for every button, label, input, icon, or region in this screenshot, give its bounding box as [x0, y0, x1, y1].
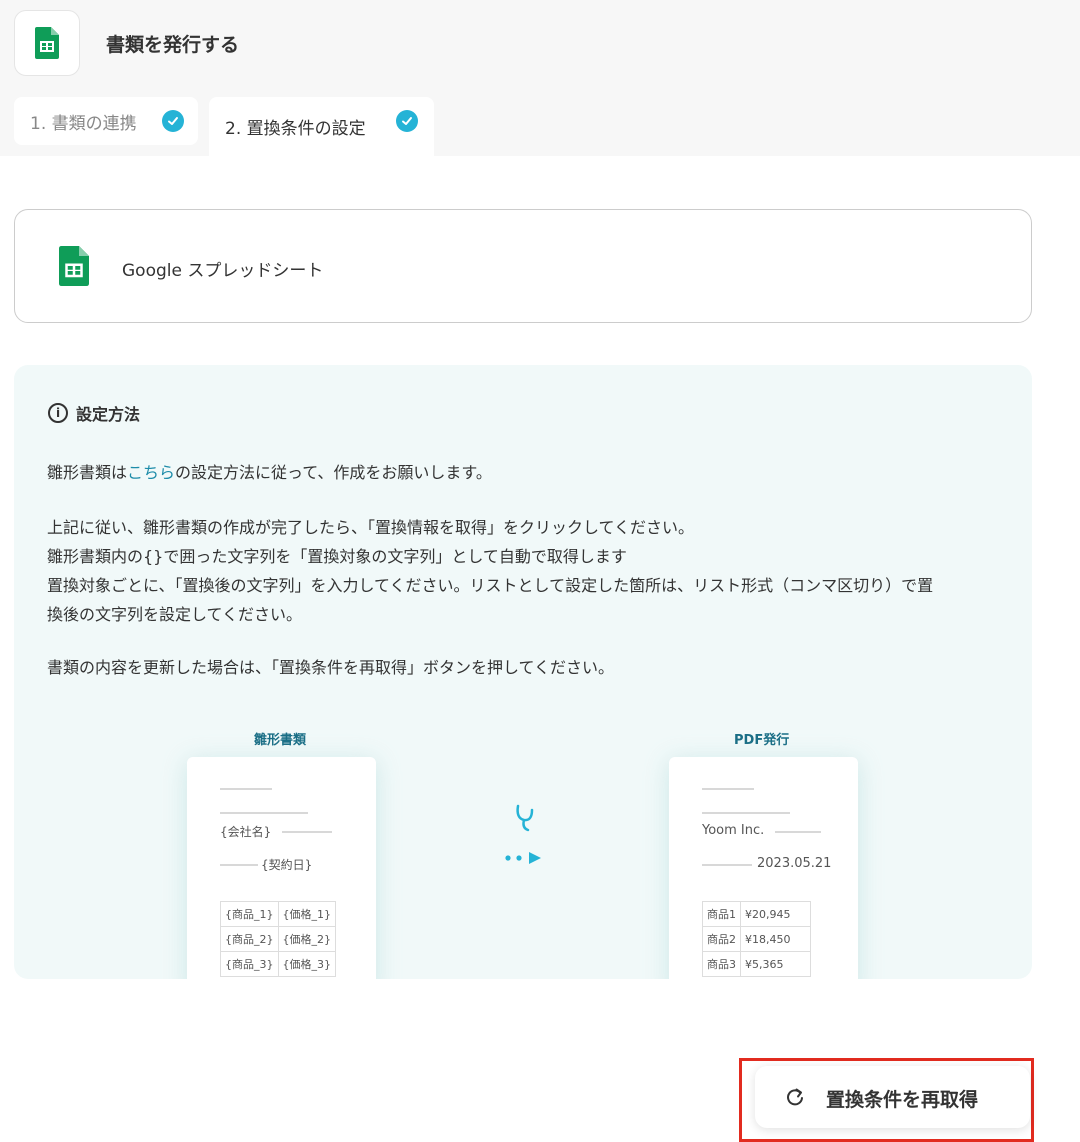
connected-app-card: Google スプレッドシート	[14, 209, 1032, 323]
template-items-table: {商品_1} {価格_1} {商品_2} {価格_2} {商品_3} {価格_3}	[220, 901, 336, 977]
paragraph-line: 換後の文字列を設定してください。	[47, 605, 303, 624]
check-icon	[162, 110, 184, 132]
app-name: Google スプレッドシート	[122, 261, 324, 281]
paragraph-line: 雛形書類内の{}で囲った文字列を「置換対象の文字列」として自動で取得します	[47, 547, 627, 566]
paragraph-text: 雛形書類は	[47, 463, 128, 482]
table-cell: 商品3	[702, 951, 741, 977]
table-row: {商品_2} {価格_2}	[220, 926, 336, 952]
template-doc-label: 雛形書類	[254, 733, 307, 748]
yoom-logo-icon	[505, 804, 541, 864]
table-cell: ¥20,945	[740, 901, 811, 927]
page-title: 書類を発行する	[106, 34, 240, 56]
pdf-items-table: 商品1 ¥20,945 商品2 ¥18,450 商品3 ¥5,365	[702, 901, 811, 977]
tab-label: 2. 置換条件の設定	[225, 119, 366, 139]
info-icon: i	[48, 403, 68, 423]
table-cell: {商品_3}	[220, 951, 279, 977]
table-cell: 商品1	[702, 901, 741, 927]
table-row: {商品_1} {価格_1}	[220, 901, 336, 927]
paragraph-line: 上記に従い、雛形書類の作成が完了したら、「置換情報を取得」をクリックしてください…	[47, 518, 695, 537]
table-cell: {商品_2}	[220, 926, 279, 952]
instructions-heading-text: 設定方法	[76, 405, 141, 424]
table-cell: ¥18,450	[740, 926, 811, 952]
table-row: 商品2 ¥18,450	[702, 926, 811, 952]
setup-guide-link[interactable]: こちら	[127, 463, 175, 482]
instructions-paragraph-2: 上記に従い、雛形書類の作成が完了したら、「置換情報を取得」をクリックしてください…	[47, 513, 1007, 629]
table-row: 商品1 ¥20,945	[702, 901, 811, 927]
refetch-button-label: 置換条件を再取得	[826, 1089, 979, 1111]
pdf-document: Yoom Inc. 2023.05.21 商品1 ¥20,945 商品2 ¥18,4…	[669, 757, 858, 979]
table-cell: {価格_2}	[277, 926, 336, 952]
table-cell: {価格_1}	[277, 901, 336, 927]
pdf-doc-label: PDF発行	[734, 733, 790, 748]
table-cell: ¥5,365	[740, 951, 811, 977]
table-row: 商品3 ¥5,365	[702, 951, 811, 977]
table-row: {商品_3} {価格_3}	[220, 951, 336, 977]
template-company: {会社名}	[220, 825, 272, 839]
conversion-arrow	[502, 800, 562, 870]
paragraph-text: の設定方法に従って、作成をお願いします。	[175, 463, 492, 482]
tab-replace-settings[interactable]: 2. 置換条件の設定	[209, 97, 434, 156]
app-icon-box	[14, 10, 80, 76]
table-cell: {商品_1}	[220, 901, 279, 927]
instructions-heading: i 設定方法	[48, 401, 140, 425]
paragraph-line: 置換対象ごとに、「置換後の文字列」を入力してください。リストとして設定した箇所は…	[47, 576, 934, 595]
instructions-paragraph-3: 書類の内容を更新した場合は、「置換条件を再取得」ボタンを押してください。	[47, 658, 615, 677]
google-sheets-icon	[59, 246, 89, 286]
refetch-conditions-button[interactable]: 置換条件を再取得	[755, 1066, 1030, 1128]
tab-document-link[interactable]: 1. 書類の連携	[14, 97, 198, 145]
pdf-date: 2023.05.21	[757, 856, 832, 871]
google-sheets-icon	[35, 27, 59, 59]
check-icon	[396, 110, 418, 132]
tab-label: 1. 書類の連携	[30, 113, 137, 134]
template-date: {契約日}	[261, 858, 313, 872]
pdf-company: Yoom Inc.	[702, 823, 765, 838]
table-cell: 商品2	[702, 926, 741, 952]
table-cell: {価格_3}	[277, 951, 336, 977]
setup-instructions-panel: i 設定方法 雛形書類はこちらの設定方法に従って、作成をお願いします。 上記に従…	[14, 365, 1032, 979]
template-document: {会社名} {契約日} {商品_1} {価格_1} {商品_2} {価格_2} {商…	[187, 757, 376, 979]
refresh-icon	[787, 1088, 803, 1106]
instructions-paragraph-1: 雛形書類はこちらの設定方法に従って、作成をお願いします。	[47, 458, 1007, 487]
